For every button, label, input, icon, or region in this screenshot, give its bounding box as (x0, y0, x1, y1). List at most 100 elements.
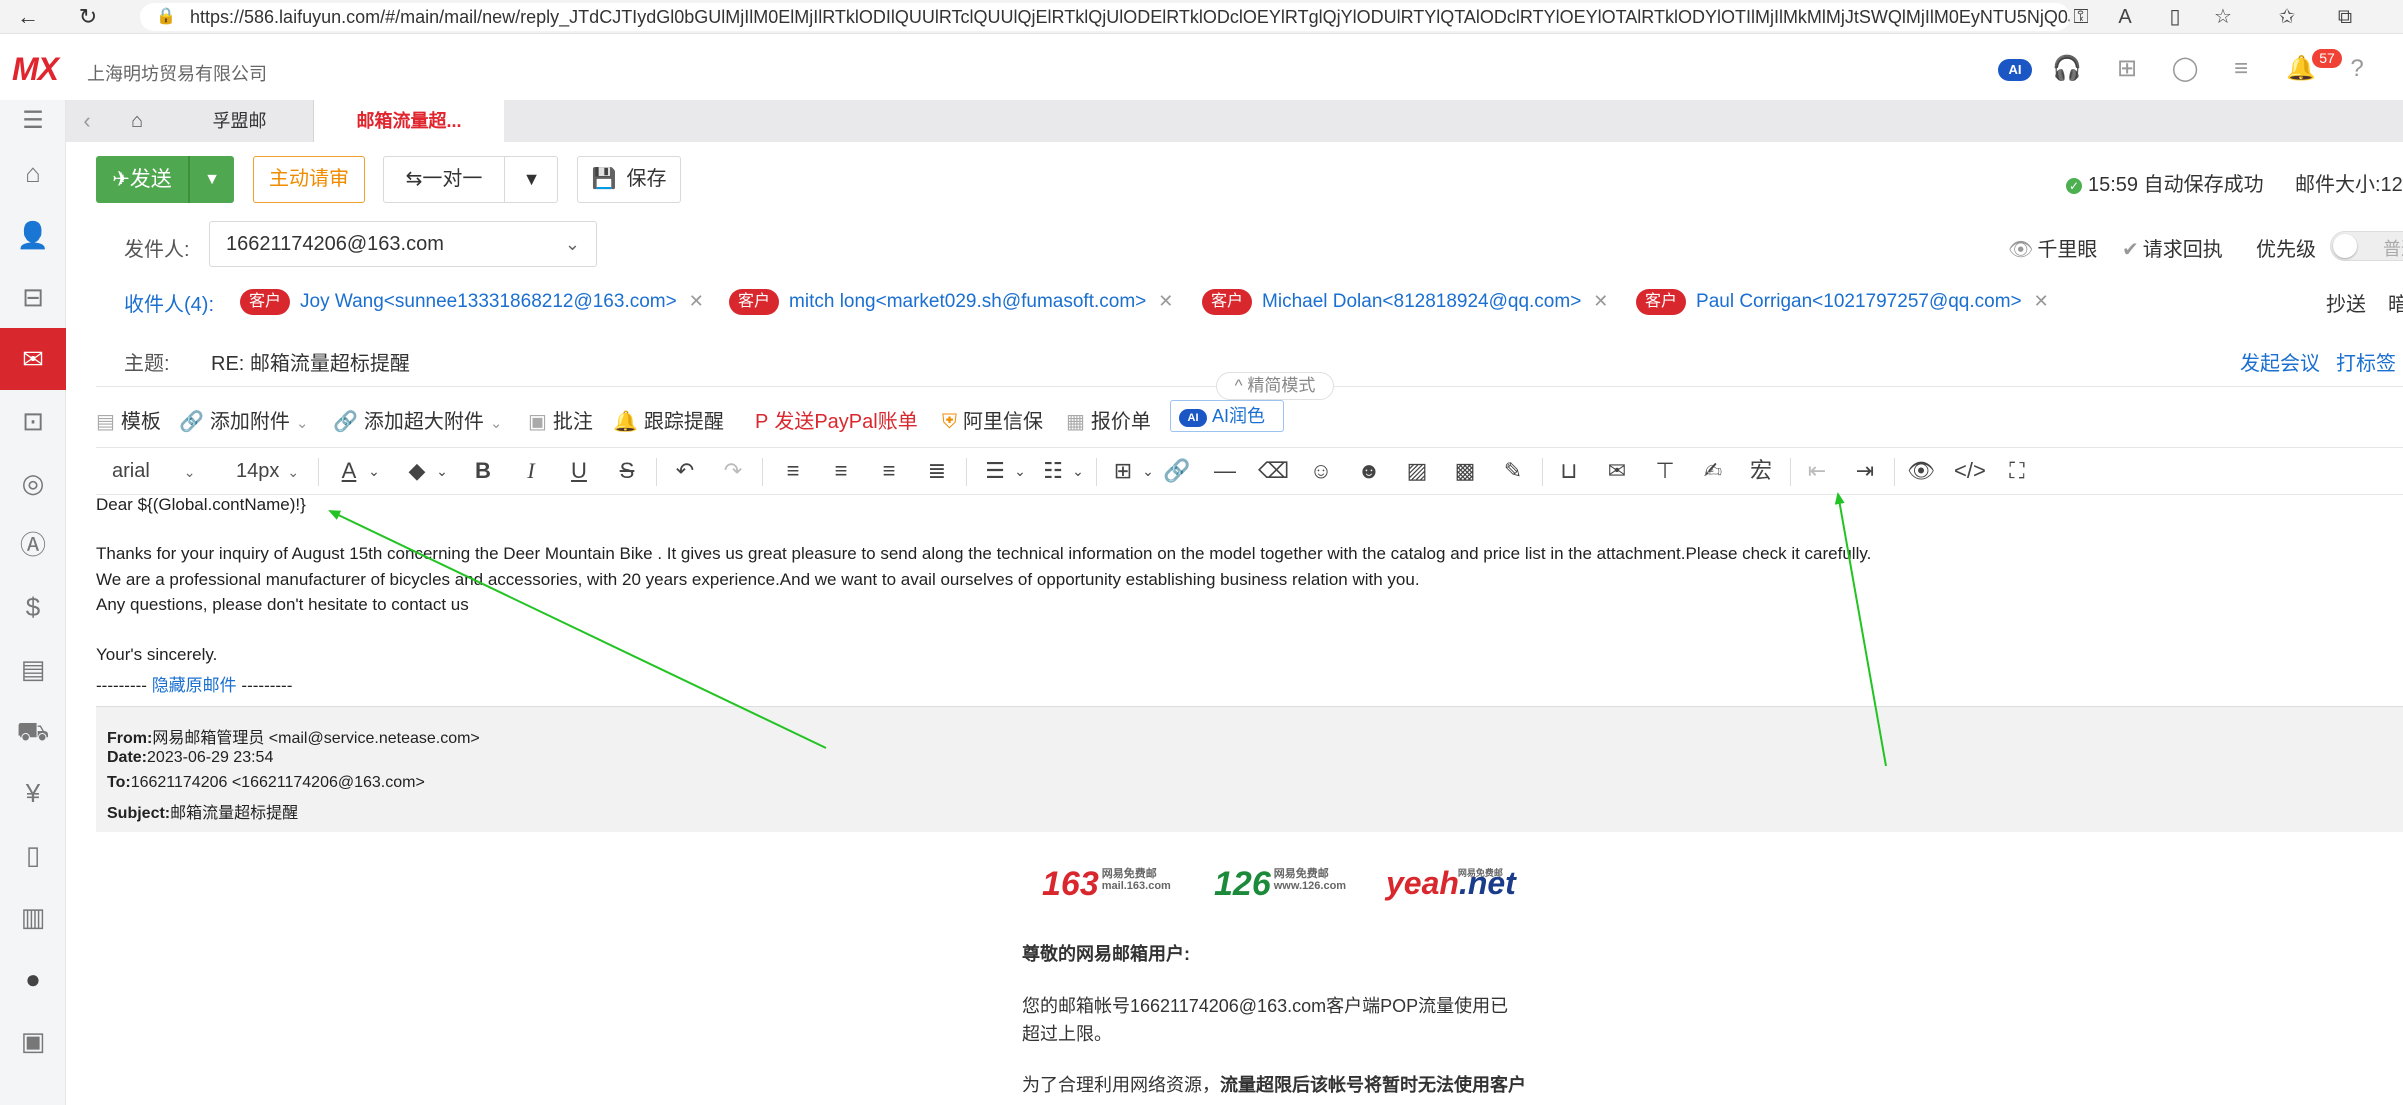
hide-original-link[interactable]: 隐藏原邮件 (152, 676, 237, 695)
align-justify-icon[interactable]: ≣ (922, 448, 952, 494)
chevron-down-icon[interactable]: ⌄ (1138, 448, 1158, 494)
sidebar-mail-icon[interactable]: ✉ (0, 328, 66, 390)
close-icon[interactable]: ✕ (2034, 291, 2049, 311)
one-to-one-label[interactable]: ⇆一对一 (384, 157, 504, 202)
ai-polish-button[interactable]: AI AI润色 (1170, 400, 1284, 432)
favorites-icon[interactable]: ✩ (2272, 3, 2302, 31)
save-button[interactable]: 💾 保存 (577, 156, 681, 203)
numbered-list-icon[interactable]: ☷ (1038, 448, 1068, 494)
one-to-one-dropdown-icon[interactable]: ▼ (505, 157, 558, 202)
favorite-add-icon[interactable]: ☆ (2208, 3, 2238, 31)
macro-icon[interactable]: 宏 (1746, 448, 1776, 494)
receipt-toggle[interactable]: ✔ 请求回执 (2122, 233, 2223, 262)
chevron-down-icon[interactable]: ⌄ (364, 448, 384, 494)
start-meeting-link[interactable]: 发起会议 (2240, 347, 2320, 376)
add-large-attachment-button[interactable]: 🔗 添加超大附件 ⌄ (333, 405, 502, 434)
text-color-icon[interactable]: A (334, 448, 364, 494)
font-family-select[interactable]: arial ⌄ (112, 448, 232, 494)
recipient-chip[interactable]: 客户 Paul Corrigan<1021797257@qq.com> ✕ (1636, 287, 2049, 315)
recipient-chip[interactable]: 客户 mitch long<market029.sh@fumasoft.com> ✕ (729, 287, 1173, 315)
body-paragraph[interactable]: Any questions, please don't hesitate to … (96, 595, 469, 615)
whatsapp-icon[interactable]: ◯ (2168, 53, 2202, 85)
one-to-one-button[interactable]: ⇆一对一 ▼ (383, 156, 558, 203)
preview-eye-icon[interactable]: 👁 (1906, 448, 1936, 494)
bold-icon[interactable]: B (468, 448, 498, 494)
sidebar-truck-icon[interactable]: ⛟ (0, 700, 66, 762)
eraser-icon[interactable]: ⌫ (1258, 448, 1289, 494)
apps-grid-icon[interactable]: ⊞ (2110, 53, 2144, 85)
review-button[interactable]: 主动请审 (253, 156, 365, 203)
priority-toggle[interactable]: 普通 (2330, 231, 2403, 261)
paint-icon[interactable]: ✎ (1498, 448, 1528, 494)
track-reminder-button[interactable]: 🔔 跟踪提醒 (613, 405, 724, 434)
signature-icon[interactable]: ✍ (1698, 448, 1728, 494)
headset-icon[interactable]: 🎧 (2050, 53, 2084, 85)
cc-button[interactable]: 抄送 (2326, 288, 2366, 317)
bcc-button[interactable]: 暗 (2388, 288, 2403, 317)
history-icon[interactable]: ≡ (2224, 53, 2258, 85)
bullet-list-icon[interactable]: ☰ (980, 448, 1010, 494)
close-icon[interactable]: ✕ (689, 291, 704, 311)
gallery-icon[interactable]: ▩ (1450, 448, 1480, 494)
undo-icon[interactable]: ↶ (670, 448, 700, 494)
align-center-icon[interactable]: ≡ (826, 448, 856, 494)
source-code-icon[interactable]: </> (1954, 448, 1986, 494)
send-button[interactable]: ✈发送 ▼ (96, 156, 234, 203)
address-bar[interactable]: 🔒 https://586.laifuyun.com/#/main/mail/n… (140, 3, 2070, 31)
body-signoff[interactable]: Your's sincerely. (96, 645, 217, 665)
annotate-button[interactable]: ▣ 批注 (528, 405, 593, 434)
collections-icon[interactable]: ⧉ (2330, 3, 2360, 31)
tab-home-icon[interactable]: ⌂ (114, 100, 160, 142)
qianliyan-toggle[interactable]: 👁 千里眼 (2008, 233, 2097, 262)
paypal-invoice-button[interactable]: P 发送PayPal账单 (755, 405, 918, 434)
underline-icon[interactable]: U (564, 448, 594, 494)
sidebar-money-icon[interactable]: ¥ (0, 762, 66, 824)
envelope-icon[interactable]: ✉ (1602, 448, 1632, 494)
sidebar-contacts-icon[interactable]: 👤 (0, 204, 66, 266)
recipient-chip[interactable]: 客户 Joy Wang<sunnee13331868212@163.com> ✕ (240, 287, 704, 315)
sidebar-doc-icon[interactable]: ▤ (0, 638, 66, 700)
body-paragraph[interactable]: We are a professional manufacturer of bi… (96, 570, 1420, 590)
close-icon[interactable]: ✕ (1593, 291, 1608, 311)
simple-mode-toggle[interactable]: ^ 精简模式 (1216, 372, 1334, 400)
close-icon[interactable]: ✕ (1158, 291, 1173, 311)
highlight-icon[interactable]: ◆ (402, 448, 432, 494)
redo-icon[interactable]: ↷ (718, 448, 748, 494)
send-dropdown-icon[interactable]: ▼ (190, 156, 234, 203)
back-icon[interactable]: ← (14, 3, 42, 31)
app-logo[interactable]: MX (12, 51, 59, 88)
sidebar-book-icon[interactable]: ▯ (0, 824, 66, 886)
from-select[interactable]: 16621174206@163.com ⌄ (209, 221, 597, 267)
template-button[interactable]: ▤ 模板 (96, 405, 161, 434)
tab-prev-icon[interactable]: ‹ (70, 100, 104, 142)
fullscreen-icon[interactable]: ⛶ (2002, 448, 2032, 494)
sidebar-bag-icon[interactable]: ⊡ (0, 390, 66, 452)
font-size-select[interactable]: 14px ⌄ (236, 448, 316, 494)
sidebar-home-icon[interactable]: ⌂ (0, 142, 66, 204)
split-view-icon[interactable]: ▯ (2160, 3, 2190, 31)
alibaba-insurance-button[interactable]: ⛨ 阿里信保 (942, 405, 1043, 434)
subject-input[interactable]: RE: 邮箱流量超标提醒 (211, 347, 410, 376)
chevron-down-icon[interactable]: ⌄ (432, 448, 452, 494)
key-icon[interactable]: ⚿ (2066, 3, 2096, 31)
horizontal-rule-icon[interactable]: — (1210, 448, 1240, 494)
body-greeting[interactable]: Dear ${(Global.contName)!} (96, 495, 306, 515)
strikethrough-icon[interactable]: S (612, 448, 642, 494)
align-right-icon[interactable]: ≡ (874, 448, 904, 494)
mail-editor[interactable]: Dear ${(Global.contName)!} Thanks for yo… (96, 495, 2403, 1105)
table-icon[interactable]: ⊞ (1108, 448, 1138, 494)
add-tag-link[interactable]: 打标签 (2336, 347, 2396, 376)
sidebar-org-icon[interactable]: ⊟ (0, 266, 66, 328)
tab-current-mail[interactable]: 邮箱流量超... (314, 100, 504, 142)
send-button-label[interactable]: ✈发送 (96, 156, 188, 203)
sidebar-at-icon[interactable]: Ⓐ (0, 514, 66, 576)
image-icon[interactable]: ▨ (1402, 448, 1432, 494)
sidebar-whatsapp-icon[interactable]: ● (0, 948, 66, 1010)
menu-toggle-icon[interactable]: ☰ (0, 100, 66, 142)
sidebar-dollar-icon[interactable]: $ (0, 576, 66, 638)
help-icon[interactable]: ? (2340, 53, 2374, 85)
chevron-down-icon[interactable]: ⌄ (1010, 448, 1030, 494)
textbox-icon[interactable]: ⊤ (1650, 448, 1680, 494)
body-paragraph[interactable]: Thanks for your inquiry of August 15th c… (96, 544, 1871, 564)
emoticon-icon[interactable]: ☻ (1354, 448, 1384, 494)
